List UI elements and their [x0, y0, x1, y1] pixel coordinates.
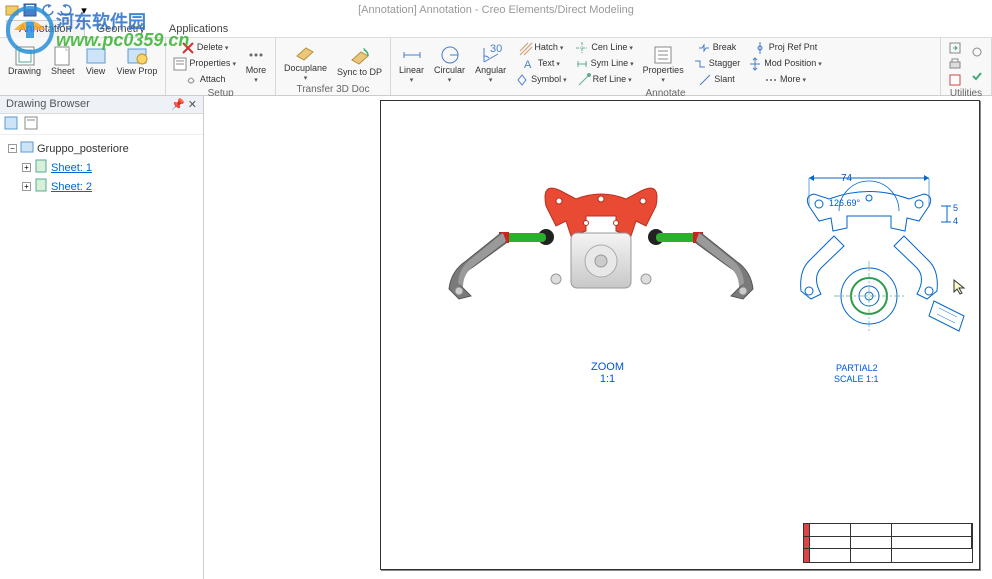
ribbon-group-annotate: Linear▾ Circular▾ 30Angular▾ Hatch▾ ATex…	[391, 38, 941, 95]
check-icon	[970, 69, 984, 83]
properties-button[interactable]: Properties▾	[170, 56, 239, 72]
main-view-graphic	[411, 171, 791, 371]
break-button[interactable]: Break	[690, 40, 744, 56]
window-title: [Annotation] Annotation - Creo Elements/…	[358, 4, 634, 16]
ribbon-group-utilities: Utilities	[941, 38, 992, 95]
more-annotate-button[interactable]: More▾	[745, 72, 825, 88]
expander-icon[interactable]: −	[8, 144, 17, 153]
tab-annotation[interactable]: Annotation	[6, 20, 85, 38]
annot-properties-button[interactable]: Properties▾	[639, 40, 688, 88]
util-1-button[interactable]	[945, 40, 965, 56]
stagger-button[interactable]: Stagger	[690, 56, 744, 72]
dim-74: 74	[841, 173, 852, 184]
more-setup-button[interactable]: More▾	[241, 40, 271, 88]
title-block	[803, 523, 973, 563]
cenline-button[interactable]: Cen Line▾	[572, 40, 637, 56]
detail-scale-label: SCALE 1:1	[834, 374, 879, 384]
mod-position-button[interactable]: Mod Position▾	[745, 56, 825, 72]
qat-redo-icon[interactable]	[58, 2, 74, 18]
title-bar: ▾ [Annotation] Annotation - Creo Element…	[0, 0, 992, 20]
browser-tb-icon-2[interactable]	[24, 116, 40, 132]
drawing-canvas[interactable]: ZOOM1:1	[204, 96, 992, 579]
ribbon-group-transfer: Docuplane▾ Sync to DP Transfer 3D Doc	[276, 38, 391, 95]
symline-button[interactable]: Sym Line▾	[572, 56, 637, 72]
main-area: Drawing Browser 📌 ✕ − Gruppo_posteriore …	[0, 96, 992, 579]
attach-button[interactable]: Attach	[170, 72, 239, 88]
expander-icon[interactable]: +	[22, 163, 31, 172]
browser-toolbar	[0, 114, 203, 135]
docuplane-button[interactable]: Docuplane▾	[280, 40, 331, 84]
tab-geometry[interactable]: Geometry	[85, 21, 157, 37]
linear-dim-button[interactable]: Linear▾	[395, 40, 428, 88]
tab-applications[interactable]: Applications	[157, 21, 240, 37]
sheet-icon	[34, 178, 48, 195]
qat-undo-icon[interactable]	[40, 2, 56, 18]
browser-title: Drawing Browser	[6, 98, 90, 111]
svg-text:A: A	[524, 59, 532, 71]
ribbon-tabstrip: Annotation Geometry Applications	[0, 20, 992, 38]
drawing-sheet: ZOOM1:1	[380, 100, 980, 570]
detail-view-graphic	[779, 166, 979, 376]
delete-button[interactable]: Delete▾	[170, 40, 239, 56]
main-view-zoom-label: ZOOM1:1	[591, 361, 624, 385]
circular-dim-button[interactable]: Circular▾	[430, 40, 469, 88]
angular-dim-button[interactable]: 30Angular▾	[471, 40, 510, 88]
util-4-button[interactable]	[967, 44, 987, 60]
cursor-icon	[953, 279, 969, 295]
expander-icon[interactable]: +	[22, 182, 31, 191]
symbol-button[interactable]: Symbol▾	[512, 72, 570, 88]
drawing-icon	[20, 140, 34, 157]
drawing-button[interactable]: Drawing	[4, 40, 45, 82]
export-icon	[948, 41, 962, 55]
util-5-button[interactable]	[967, 68, 987, 84]
pin-icon[interactable]: 📌	[171, 99, 185, 111]
print-icon	[948, 57, 962, 71]
qat-open-icon[interactable]	[4, 2, 20, 18]
util-3-button[interactable]	[945, 72, 965, 88]
hatch-button[interactable]: Hatch▾	[512, 40, 570, 56]
qat-arrow-icon[interactable]: ▾	[76, 2, 92, 18]
sheet-button[interactable]: Sheet	[47, 40, 79, 82]
refline-button[interactable]: Ref Line▾	[572, 72, 637, 88]
tree-root[interactable]: Gruppo_posteriore	[37, 143, 129, 155]
dim-angle: 126.69°	[829, 198, 860, 208]
ribbon-group-new: Drawing Sheet View View Prop	[0, 38, 166, 95]
util-2-button[interactable]	[945, 56, 965, 72]
dim-5: 5	[953, 203, 958, 213]
browser-tb-icon-1[interactable]	[4, 116, 20, 132]
view-button[interactable]: View	[81, 40, 111, 82]
view-prop-button[interactable]: View Prop	[113, 40, 162, 82]
dim-4: 4	[953, 216, 958, 226]
close-panel-icon[interactable]: ✕	[188, 99, 197, 111]
ribbon: Drawing Sheet View View Prop Delete▾ Pro…	[0, 38, 992, 96]
ribbon-group-setup: Delete▾ Properties▾ Attach More▾ Setup	[166, 38, 276, 95]
text-button[interactable]: AText▾	[512, 56, 570, 72]
svg-text:30: 30	[490, 43, 502, 55]
sync-dp-button[interactable]: Sync to DP	[333, 40, 386, 84]
proj-ref-pnt-button[interactable]: Proj Ref Pnt	[745, 40, 825, 56]
settings-icon	[970, 45, 984, 59]
detail-name-label: PARTIAL2	[836, 363, 878, 373]
tree-sheet-2[interactable]: Sheet: 2	[51, 181, 92, 193]
qat-save-icon[interactable]	[22, 2, 38, 18]
tree: − Gruppo_posteriore + Sheet: 1 + Sheet: …	[0, 135, 203, 200]
tree-sheet-1[interactable]: Sheet: 1	[51, 162, 92, 174]
pdf-icon	[948, 73, 962, 87]
sheet-icon	[34, 159, 48, 176]
group-label-transfer: Transfer 3D Doc	[280, 84, 386, 95]
drawing-browser-panel: Drawing Browser 📌 ✕ − Gruppo_posteriore …	[0, 96, 204, 579]
slant-button[interactable]: Slant	[690, 72, 744, 88]
